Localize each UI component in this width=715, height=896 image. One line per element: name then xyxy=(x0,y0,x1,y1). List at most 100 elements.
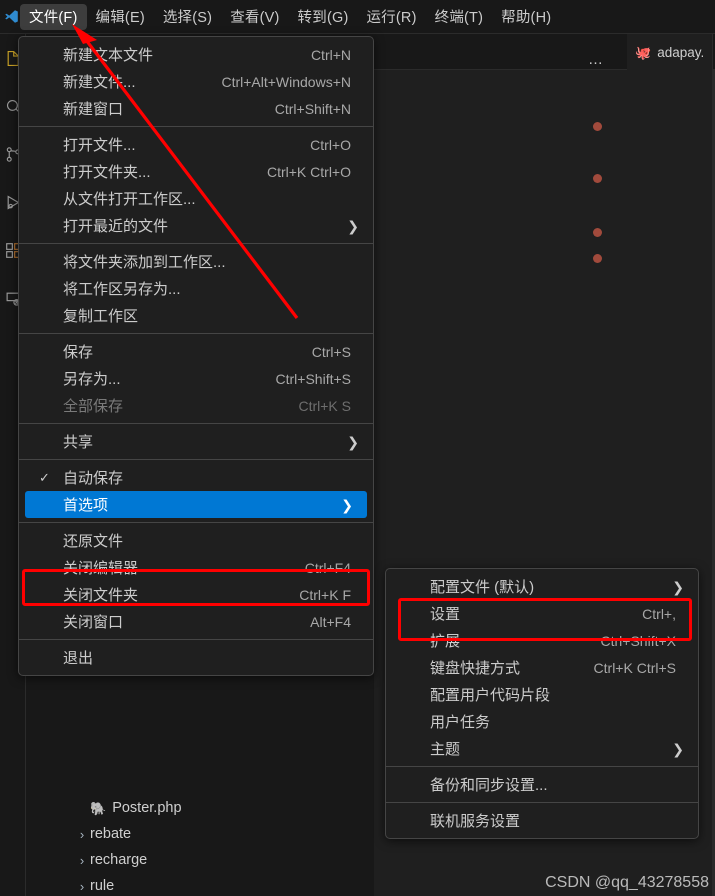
menu-item[interactable]: 关闭窗口 Alt+F4 xyxy=(19,608,373,635)
more-actions-icon[interactable]: … xyxy=(585,50,607,68)
menu-item[interactable]: 复制工作区 xyxy=(19,302,373,329)
chevron-right-icon: ❯ xyxy=(672,578,684,595)
menu-item-shortcut: Ctrl+S xyxy=(311,343,351,360)
watermark-text: CSDN @qq_43278558 xyxy=(545,874,709,891)
chevron-right-icon[interactable]: › xyxy=(74,853,90,868)
menu-item[interactable]: 退出 xyxy=(19,644,373,671)
explorer-row-label: rebate xyxy=(90,826,132,842)
preferences-submenu-dropdown[interactable]: 配置文件 (默认) ❯ 设置 Ctrl+, 扩展 Ctrl+Shift+X 键盘快捷方式 Ct… xyxy=(385,568,699,839)
menubar-item-2[interactable]: 选择(S) xyxy=(154,4,221,30)
menu-item[interactable]: 新建文件... Ctrl+Alt+Windows+N xyxy=(19,68,373,95)
menubar-item-7[interactable]: 帮助(H) xyxy=(492,4,560,30)
menu-item[interactable]: 配置文件 (默认) ❯ xyxy=(386,573,698,600)
check-icon: ✓ xyxy=(39,469,50,485)
menu-item-label: 另存为... xyxy=(63,371,121,388)
chevron-right-icon: ❯ xyxy=(672,740,684,757)
menu-item-label: 扩展 xyxy=(430,633,461,650)
menu-separator xyxy=(19,333,373,334)
menubar-item-0[interactable]: 文件(F) xyxy=(20,3,87,30)
menu-item-label: 新建文件... xyxy=(63,74,136,91)
menu-item-shortcut: Ctrl+K F xyxy=(299,586,351,603)
explorer-row-label: rule xyxy=(90,878,115,894)
menu-item-label: 自动保存 xyxy=(63,470,124,487)
menu-separator xyxy=(19,459,373,460)
vscode-window: … 🐙 adapay. 🐘 Poster.php › rebate › recharge ›… xyxy=(0,0,715,896)
menu-item-label: 退出 xyxy=(63,650,94,667)
menu-item-label: 键盘快捷方式 xyxy=(430,660,521,677)
menu-item[interactable]: 将工作区另存为... xyxy=(19,275,373,302)
minimap-marker-0 xyxy=(593,122,602,131)
menu-separator xyxy=(19,126,373,127)
menu-item[interactable]: 打开文件... Ctrl+O xyxy=(19,131,373,158)
menu-item-label: 新建窗口 xyxy=(63,101,124,118)
menu-item-shortcut: Ctrl+Shift+S xyxy=(275,370,351,387)
menu-item-label: 打开文件... xyxy=(63,137,136,154)
menu-item[interactable]: 主题 ❯ xyxy=(386,735,698,762)
menu-item-label: 联机服务设置 xyxy=(430,813,521,830)
chevron-right-icon[interactable]: › xyxy=(74,827,90,842)
menu-item-label: 主题 xyxy=(430,741,461,758)
menu-item-label: 还原文件 xyxy=(63,533,124,550)
menu-item-label: 备份和同步设置... xyxy=(430,777,548,794)
menu-item[interactable]: 打开文件夹... Ctrl+K Ctrl+O xyxy=(19,158,373,185)
explorer-row[interactable]: › recharge xyxy=(26,847,374,873)
menu-item-label: 保存 xyxy=(63,344,94,361)
minimap-marker-3 xyxy=(593,254,602,263)
menubar-item-4[interactable]: 转到(G) xyxy=(289,4,358,30)
chevron-right-icon: ❯ xyxy=(341,496,353,513)
menu-item[interactable]: 设置 Ctrl+, xyxy=(386,600,698,627)
menu-item[interactable]: 扩展 Ctrl+Shift+X xyxy=(386,627,698,654)
editor-tab-adapay[interactable]: 🐙 adapay. xyxy=(627,34,714,70)
menu-item-label: 从文件打开工作区... xyxy=(63,191,196,208)
explorer-row[interactable]: › rebate xyxy=(26,821,374,847)
menu-item[interactable]: ✓ 自动保存 xyxy=(19,464,373,491)
menu-item[interactable]: 配置用户代码片段 xyxy=(386,681,698,708)
menu-item[interactable]: 共享 ❯ xyxy=(19,428,373,455)
menu-item[interactable]: 关闭文件夹 Ctrl+K F xyxy=(19,581,373,608)
menu-item[interactable]: 新建文本文件 Ctrl+N xyxy=(19,41,373,68)
explorer-row-label: Poster.php xyxy=(112,800,182,816)
menu-separator xyxy=(19,243,373,244)
menu-separator xyxy=(386,766,698,767)
file-menu-dropdown[interactable]: 新建文本文件 Ctrl+N 新建文件... Ctrl+Alt+Windows+N 新建窗… xyxy=(18,36,374,676)
menu-item[interactable]: 键盘快捷方式 Ctrl+K Ctrl+S xyxy=(386,654,698,681)
menu-item-label: 将文件夹添加到工作区... xyxy=(63,254,226,271)
menu-item-label: 配置文件 (默认) xyxy=(430,579,535,596)
menu-item[interactable]: 保存 Ctrl+S xyxy=(19,338,373,365)
menu-item[interactable]: 将文件夹添加到工作区... xyxy=(19,248,373,275)
menu-item-shortcut: Alt+F4 xyxy=(310,613,351,630)
menu-item-shortcut: Ctrl+K Ctrl+O xyxy=(266,163,351,180)
menu-item-label: 打开最近的文件 xyxy=(63,218,169,235)
explorer-row[interactable]: 🐘 Poster.php xyxy=(26,795,374,821)
menubar-item-6[interactable]: 终端(T) xyxy=(426,4,493,30)
menubar-item-1[interactable]: 编辑(E) xyxy=(87,4,154,30)
explorer-row[interactable]: › rule xyxy=(26,873,374,896)
minimap-marker-2 xyxy=(593,228,602,237)
chevron-right-icon[interactable]: › xyxy=(74,879,90,894)
menu-item-shortcut: Ctrl+K S xyxy=(298,397,351,414)
menu-item-shortcut: Ctrl+Shift+N xyxy=(274,100,351,117)
menu-item[interactable]: 备份和同步设置... xyxy=(386,771,698,798)
menu-item-label: 共享 xyxy=(63,434,94,451)
menu-item[interactable]: 从文件打开工作区... xyxy=(19,185,373,212)
menu-item-label: 关闭窗口 xyxy=(63,614,124,631)
menu-item[interactable]: 新建窗口 Ctrl+Shift+N xyxy=(19,95,373,122)
menu-item[interactable]: 还原文件 xyxy=(19,527,373,554)
menu-separator xyxy=(19,639,373,640)
menu-item-label: 设置 xyxy=(430,606,461,623)
menu-item-label: 新建文本文件 xyxy=(63,47,154,64)
menu-item[interactable]: 用户任务 xyxy=(386,708,698,735)
menu-item[interactable]: 关闭编辑器 Ctrl+F4 xyxy=(19,554,373,581)
menu-item[interactable]: 另存为... Ctrl+Shift+S xyxy=(19,365,373,392)
menu-item-label: 配置用户代码片段 xyxy=(430,687,551,704)
menubar-item-3[interactable]: 查看(V) xyxy=(221,4,288,30)
menu-item-shortcut: Ctrl+Shift+X xyxy=(600,632,676,649)
menu-item-label: 关闭文件夹 xyxy=(63,587,139,604)
menu-item-label: 打开文件夹... xyxy=(63,164,151,181)
menu-item[interactable]: 打开最近的文件 ❯ xyxy=(19,212,373,239)
menu-item[interactable]: 联机服务设置 xyxy=(386,807,698,834)
menu-item[interactable]: 首选项 ❯ xyxy=(25,491,367,518)
menu-item-shortcut: Ctrl+F4 xyxy=(304,559,351,576)
menubar-item-5[interactable]: 运行(R) xyxy=(357,4,425,30)
menu-bar: 文件(F) 编辑(E) 选择(S) 查看(V) 转到(G) 运行(R) 终端(T) 帮助(H) xyxy=(0,0,715,34)
